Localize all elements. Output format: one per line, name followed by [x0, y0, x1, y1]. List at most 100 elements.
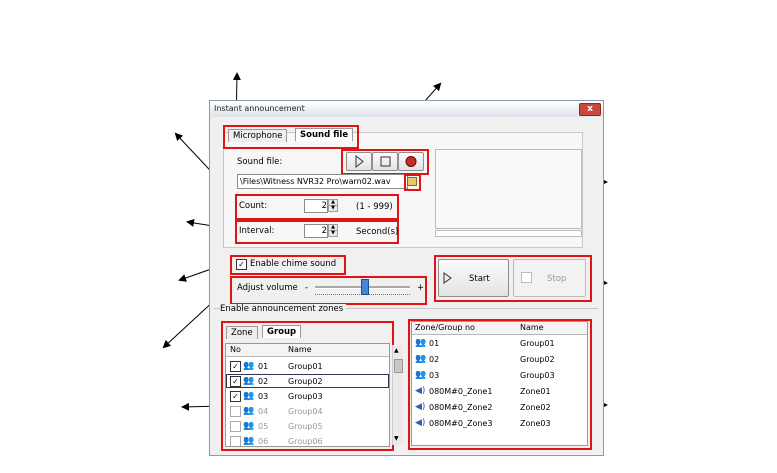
- speaker-icon: ◀): [415, 402, 426, 412]
- volume-slider-thumb[interactable]: [361, 279, 370, 295]
- start-button[interactable]: Start: [438, 259, 509, 297]
- stop-playback-button[interactable]: [372, 152, 398, 171]
- selected-list-row[interactable]: ◀) 080M#0_Zone2 Zone02: [412, 400, 587, 415]
- group-row-checkbox[interactable]: ✓: [230, 391, 241, 402]
- group-row-checkbox[interactable]: [230, 406, 241, 417]
- selected-row-no: 02: [429, 355, 440, 364]
- group-row-no: 02: [258, 377, 269, 386]
- close-button[interactable]: x: [579, 103, 601, 116]
- header-name: Name: [288, 345, 312, 354]
- group-list-row[interactable]: ✓ 👥 02 Group02: [226, 374, 389, 388]
- group-list-row[interactable]: 👥 04 Group04: [226, 404, 389, 418]
- group-list-scrollbar[interactable]: ▲ ▼: [392, 345, 403, 445]
- tab-sound-file[interactable]: Sound file: [295, 128, 354, 141]
- group-row-name: Group06: [288, 437, 323, 446]
- selected-row-name: Zone03: [520, 419, 551, 428]
- start-label: Start: [469, 274, 490, 284]
- stop-label: Stop: [547, 274, 567, 284]
- group-icon: 👥: [415, 370, 427, 380]
- instant-announcement-window: Instant announcement x Microphone Sound …: [209, 100, 604, 456]
- volume-label: Adjust volume: [237, 283, 298, 293]
- group-row-name: Group05: [288, 422, 323, 431]
- group-list-row[interactable]: 👥 06 Group06: [226, 434, 389, 446]
- speaker-icon: ◀): [415, 418, 426, 428]
- group-icon: 👥: [243, 391, 255, 401]
- group-list-row[interactable]: ✓ 👥 01 Group01: [226, 359, 389, 373]
- group-list-row[interactable]: 👥 05 Group05: [226, 419, 389, 433]
- selected-list-header: Zone/Group no Name: [412, 322, 587, 335]
- count-range: (1 - 999): [356, 202, 393, 212]
- group-icon: 👥: [415, 354, 427, 364]
- selected-row-no: 03: [429, 371, 440, 380]
- sound-file-path-field[interactable]: \Files\Witness NVR32 Pro\warn02.wav: [237, 174, 408, 189]
- chime-checkbox[interactable]: ✓: [236, 259, 247, 270]
- scroll-up-icon[interactable]: ▲: [394, 347, 399, 354]
- group-row-checkbox[interactable]: [230, 436, 241, 446]
- count-label: Count:: [239, 201, 268, 211]
- speaker-icon: ◀): [415, 386, 426, 396]
- group-list-header: No Name: [226, 344, 389, 357]
- selected-list-row[interactable]: ◀) 080M#0_Zone3 Zone03: [412, 416, 587, 431]
- group-icon: 👥: [415, 338, 427, 348]
- header-name-right: Name: [520, 323, 544, 332]
- sound-file-label: Sound file:: [237, 157, 283, 167]
- group-row-no: 04: [258, 407, 269, 416]
- tab-microphone[interactable]: Microphone: [228, 129, 288, 142]
- group-row-no: 01: [258, 362, 269, 371]
- volume-minus: -: [305, 283, 309, 293]
- header-no: No: [230, 345, 241, 354]
- window-title: Instant announcement: [214, 104, 305, 113]
- header-zone-group-no: Zone/Group no: [415, 323, 475, 332]
- scroll-down-icon[interactable]: ▼: [394, 435, 399, 442]
- selected-row-no: 080M#0_Zone1: [429, 387, 493, 396]
- group-row-name: Group01: [288, 362, 323, 371]
- selected-row-name: Zone01: [520, 387, 551, 396]
- group-icon: 👥: [243, 361, 255, 371]
- group-row-checkbox[interactable]: ✓: [230, 361, 241, 372]
- interval-label: Interval:: [239, 226, 275, 236]
- group-row-name: Group02: [288, 377, 323, 386]
- stop-button[interactable]: Stop: [513, 259, 586, 297]
- group-row-name: Group04: [288, 407, 323, 416]
- play-button[interactable]: [346, 152, 372, 171]
- group-list: No Name ✓ 👥 01 Group01 ✓ 👥 02 Group02 ✓ 👥 03 Group0…: [225, 343, 390, 447]
- selected-row-no: 080M#0_Zone3: [429, 419, 493, 428]
- interval-spinner-input[interactable]: 2: [304, 224, 328, 238]
- selected-list-row[interactable]: ◀) 080M#0_Zone1 Zone01: [412, 384, 587, 399]
- folder-open-icon[interactable]: [407, 177, 417, 186]
- selected-row-name: Group01: [520, 339, 555, 348]
- square-stop-icon: [380, 156, 391, 167]
- group-icon: 👥: [243, 421, 255, 431]
- selected-list-row[interactable]: 👥 03 Group03: [412, 368, 587, 383]
- record-icon: [405, 156, 417, 167]
- interval-unit: Second(s): [356, 227, 399, 237]
- group-icon: 👥: [243, 436, 255, 446]
- selected-list-row[interactable]: 👥 01 Group01: [412, 336, 587, 351]
- group-list-row[interactable]: ✓ 👥 03 Group03: [226, 389, 389, 403]
- tab-zone[interactable]: Zone: [226, 326, 258, 339]
- record-button[interactable]: [398, 152, 424, 171]
- preview-progress: [435, 230, 582, 237]
- group-row-no: 05: [258, 422, 269, 431]
- count-down-button[interactable]: ▼: [328, 205, 338, 212]
- stop-checkbox-icon: [521, 272, 532, 283]
- selected-row-name: Group02: [520, 355, 555, 364]
- zones-section-label: Enable announcement zones: [220, 304, 347, 314]
- interval-down-button[interactable]: ▼: [328, 230, 338, 237]
- scroll-thumb[interactable]: [394, 359, 403, 373]
- selected-list-row[interactable]: 👥 02 Group02: [412, 352, 587, 367]
- selected-row-name: Zone02: [520, 403, 551, 412]
- group-row-checkbox[interactable]: ✓: [230, 376, 241, 387]
- chime-label: Enable chime sound: [250, 259, 337, 269]
- group-row-no: 03: [258, 392, 269, 401]
- group-row-checkbox[interactable]: [230, 421, 241, 432]
- group-icon: 👥: [243, 376, 255, 386]
- count-spinner-input[interactable]: 2: [304, 199, 328, 213]
- start-play-icon: [443, 272, 452, 284]
- volume-plus: +: [417, 283, 425, 293]
- selected-row-no: 080M#0_Zone2: [429, 403, 493, 412]
- title-bar: Instant announcement x: [210, 101, 603, 117]
- selected-row-no: 01: [429, 339, 440, 348]
- selected-row-name: Group03: [520, 371, 555, 380]
- tab-group[interactable]: Group: [262, 325, 302, 338]
